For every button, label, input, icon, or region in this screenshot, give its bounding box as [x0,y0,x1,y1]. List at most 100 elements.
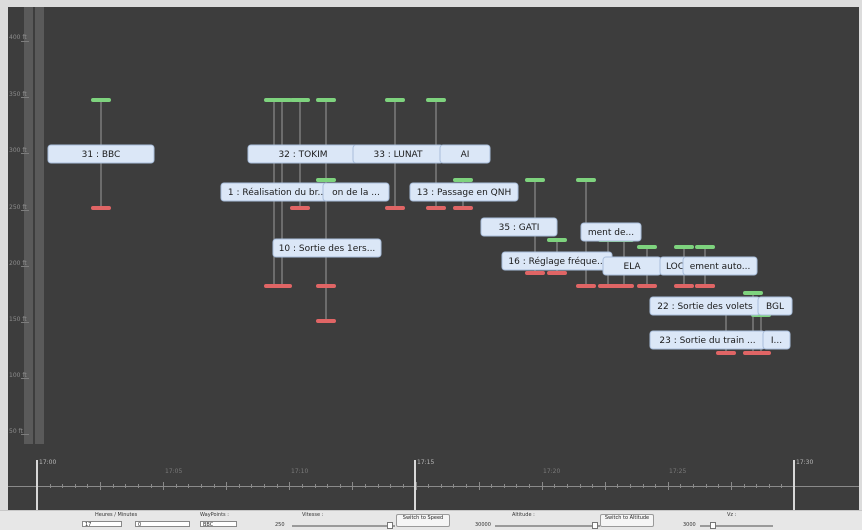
waypoint-label-box[interactable]: AI [439,144,491,164]
altitude-min-marker[interactable] [525,271,545,275]
altitude-min-marker[interactable] [674,284,694,288]
speed-slider-track[interactable] [292,525,395,527]
altitude-min-marker[interactable] [426,206,446,210]
altitude-slider-knob[interactable] [592,522,598,529]
timeline-tick [327,484,329,488]
waypoint-label-text: I... [771,336,782,346]
altitude-min-marker[interactable] [576,284,596,288]
altitude-max-marker[interactable] [547,238,567,242]
waypoint-label-text: on de la ... [332,188,380,198]
waypoint-label-text: 31 : BBC [82,150,121,160]
altitude-max-marker[interactable] [385,98,405,102]
flight-profile-app: 400 ft 350 ft 300 ft 250 ft 200 ft 150 f… [0,0,862,530]
waypoint-label-box[interactable]: 16 : Réglage fréque... [501,251,613,271]
timeline-tick [756,484,758,488]
timeline-tick [377,484,379,488]
waypoint-label-text: 10 : Sortie des 1ers... [279,244,376,254]
waypoint-label-box[interactable]: on de la ... [322,182,390,202]
altitude-min-marker[interactable] [272,284,292,288]
waypoint-label-text: 35 : GATI [499,223,540,233]
timeline-tick [680,484,682,488]
waypoint-markers[interactable]: 31 : BBC 32 : TOKIM 33 : LUNAT AI 1 : Réalis… [8,7,859,444]
waypoint-label-box[interactable]: 23 : Sortie du train ... [649,330,766,350]
waypoint-label-text: LOC [666,262,684,272]
timeline-tick [276,484,278,488]
hours-minutes-label: Heures / Minutes [95,512,138,518]
timeline-tick [251,484,253,488]
waypoint-label-box[interactable]: 10 : Sortie des 1ers... [272,238,382,258]
waypoint-label-box[interactable]: ELA [602,256,662,276]
altitude-max-marker[interactable] [674,245,694,249]
timeline-tick [730,482,732,490]
waypoint-label-box[interactable]: 13 : Passage en QNH [409,182,519,202]
timeline-tick [440,484,442,488]
altitude-min-marker[interactable] [614,284,634,288]
speed-value: 250 [275,522,285,528]
altitude-min-marker[interactable] [637,284,657,288]
waypoint-label-box[interactable]: ment de... [580,222,642,242]
timeline-major-label: 17:00 [39,459,57,466]
timeline-tick [125,484,127,488]
minutes-select[interactable]: 0 [135,521,190,528]
timeline-minor-label: 17:10 [291,468,309,475]
altitude-max-marker[interactable] [576,178,596,182]
timeline-tick [579,484,581,488]
hours-select[interactable]: 17 [82,521,122,528]
switch-to-speed-button[interactable]: Switch to Speed [396,514,450,527]
speed-slider-knob[interactable] [387,522,393,529]
switch-to-altitude-button[interactable]: Switch to Altitude [600,514,654,527]
timeline-tick [554,484,556,488]
waypoints-select[interactable]: BBC [200,521,237,528]
waypoint-label-text: 23 : Sortie du train ... [659,336,755,346]
altitude-max-marker[interactable] [91,98,111,102]
altitude-max-marker[interactable] [453,178,473,182]
timeline-tick [642,484,644,488]
altitude-min-marker[interactable] [547,271,567,275]
waypoint-label-box[interactable]: 31 : BBC [47,144,155,164]
altitude-min-marker[interactable] [695,284,715,288]
timeline-major-label: 17:30 [796,459,814,466]
timeline-axis[interactable]: 17:00 17:15 17:30 17:05 17:10 17:20 17:25 [8,444,859,510]
waypoint-label-box[interactable]: ement auto... [682,256,758,276]
waypoint-label-box[interactable]: 33 : LUNAT [352,144,444,164]
altitude-slider-track[interactable] [495,525,600,527]
waypoint-label-box[interactable]: 32 : TOKIM [247,144,359,164]
altitude-min-marker[interactable] [453,206,473,210]
altitude-max-marker[interactable] [695,245,715,249]
timeline-tick [188,484,190,488]
vz-slider-knob[interactable] [710,522,716,529]
profile-plot-area[interactable]: 400 ft 350 ft 300 ft 250 ft 200 ft 150 f… [8,7,859,444]
waypoint-label-box[interactable]: I... [762,330,791,350]
waypoint-label-box[interactable]: 35 : GATI [480,217,558,237]
altitude-min-marker[interactable] [716,351,736,355]
timeline-tick [289,482,291,490]
waypoint-label-box[interactable]: 1 : Réalisation du br... [220,182,334,202]
timeline-tick [112,484,114,488]
altitude-min-marker[interactable] [290,206,310,210]
altitude-max-marker[interactable] [272,98,292,102]
waypoint-label-box[interactable]: 22 : Sortie des volets [649,296,761,316]
timeline-minor-label: 17:05 [165,468,183,475]
timeline-tick [137,484,139,488]
altitude-max-marker[interactable] [316,178,336,182]
altitude-max-marker[interactable] [426,98,446,102]
altitude-max-marker[interactable] [637,245,657,249]
altitude-min-marker[interactable] [91,206,111,210]
timeline-tick [768,484,770,488]
timeline-minor-label: 17:25 [669,468,687,475]
altitude-max-marker[interactable] [525,178,545,182]
timeline-tick [465,484,467,488]
altitude-max-marker[interactable] [290,98,310,102]
altitude-value: 30000 [475,522,491,528]
altitude-min-marker[interactable] [751,351,771,355]
timeline-tick [213,484,215,488]
timeline-tick [402,484,404,488]
altitude-max-marker[interactable] [743,291,763,295]
timeline-tick [629,484,631,488]
altitude-min-marker[interactable] [316,319,336,323]
altitude-min-marker[interactable] [316,284,336,288]
waypoint-label-box[interactable]: BGL [757,296,793,316]
altitude-max-marker[interactable] [316,98,336,102]
altitude-min-marker[interactable] [385,206,405,210]
waypoint-label-text: 13 : Passage en QNH [417,188,511,198]
